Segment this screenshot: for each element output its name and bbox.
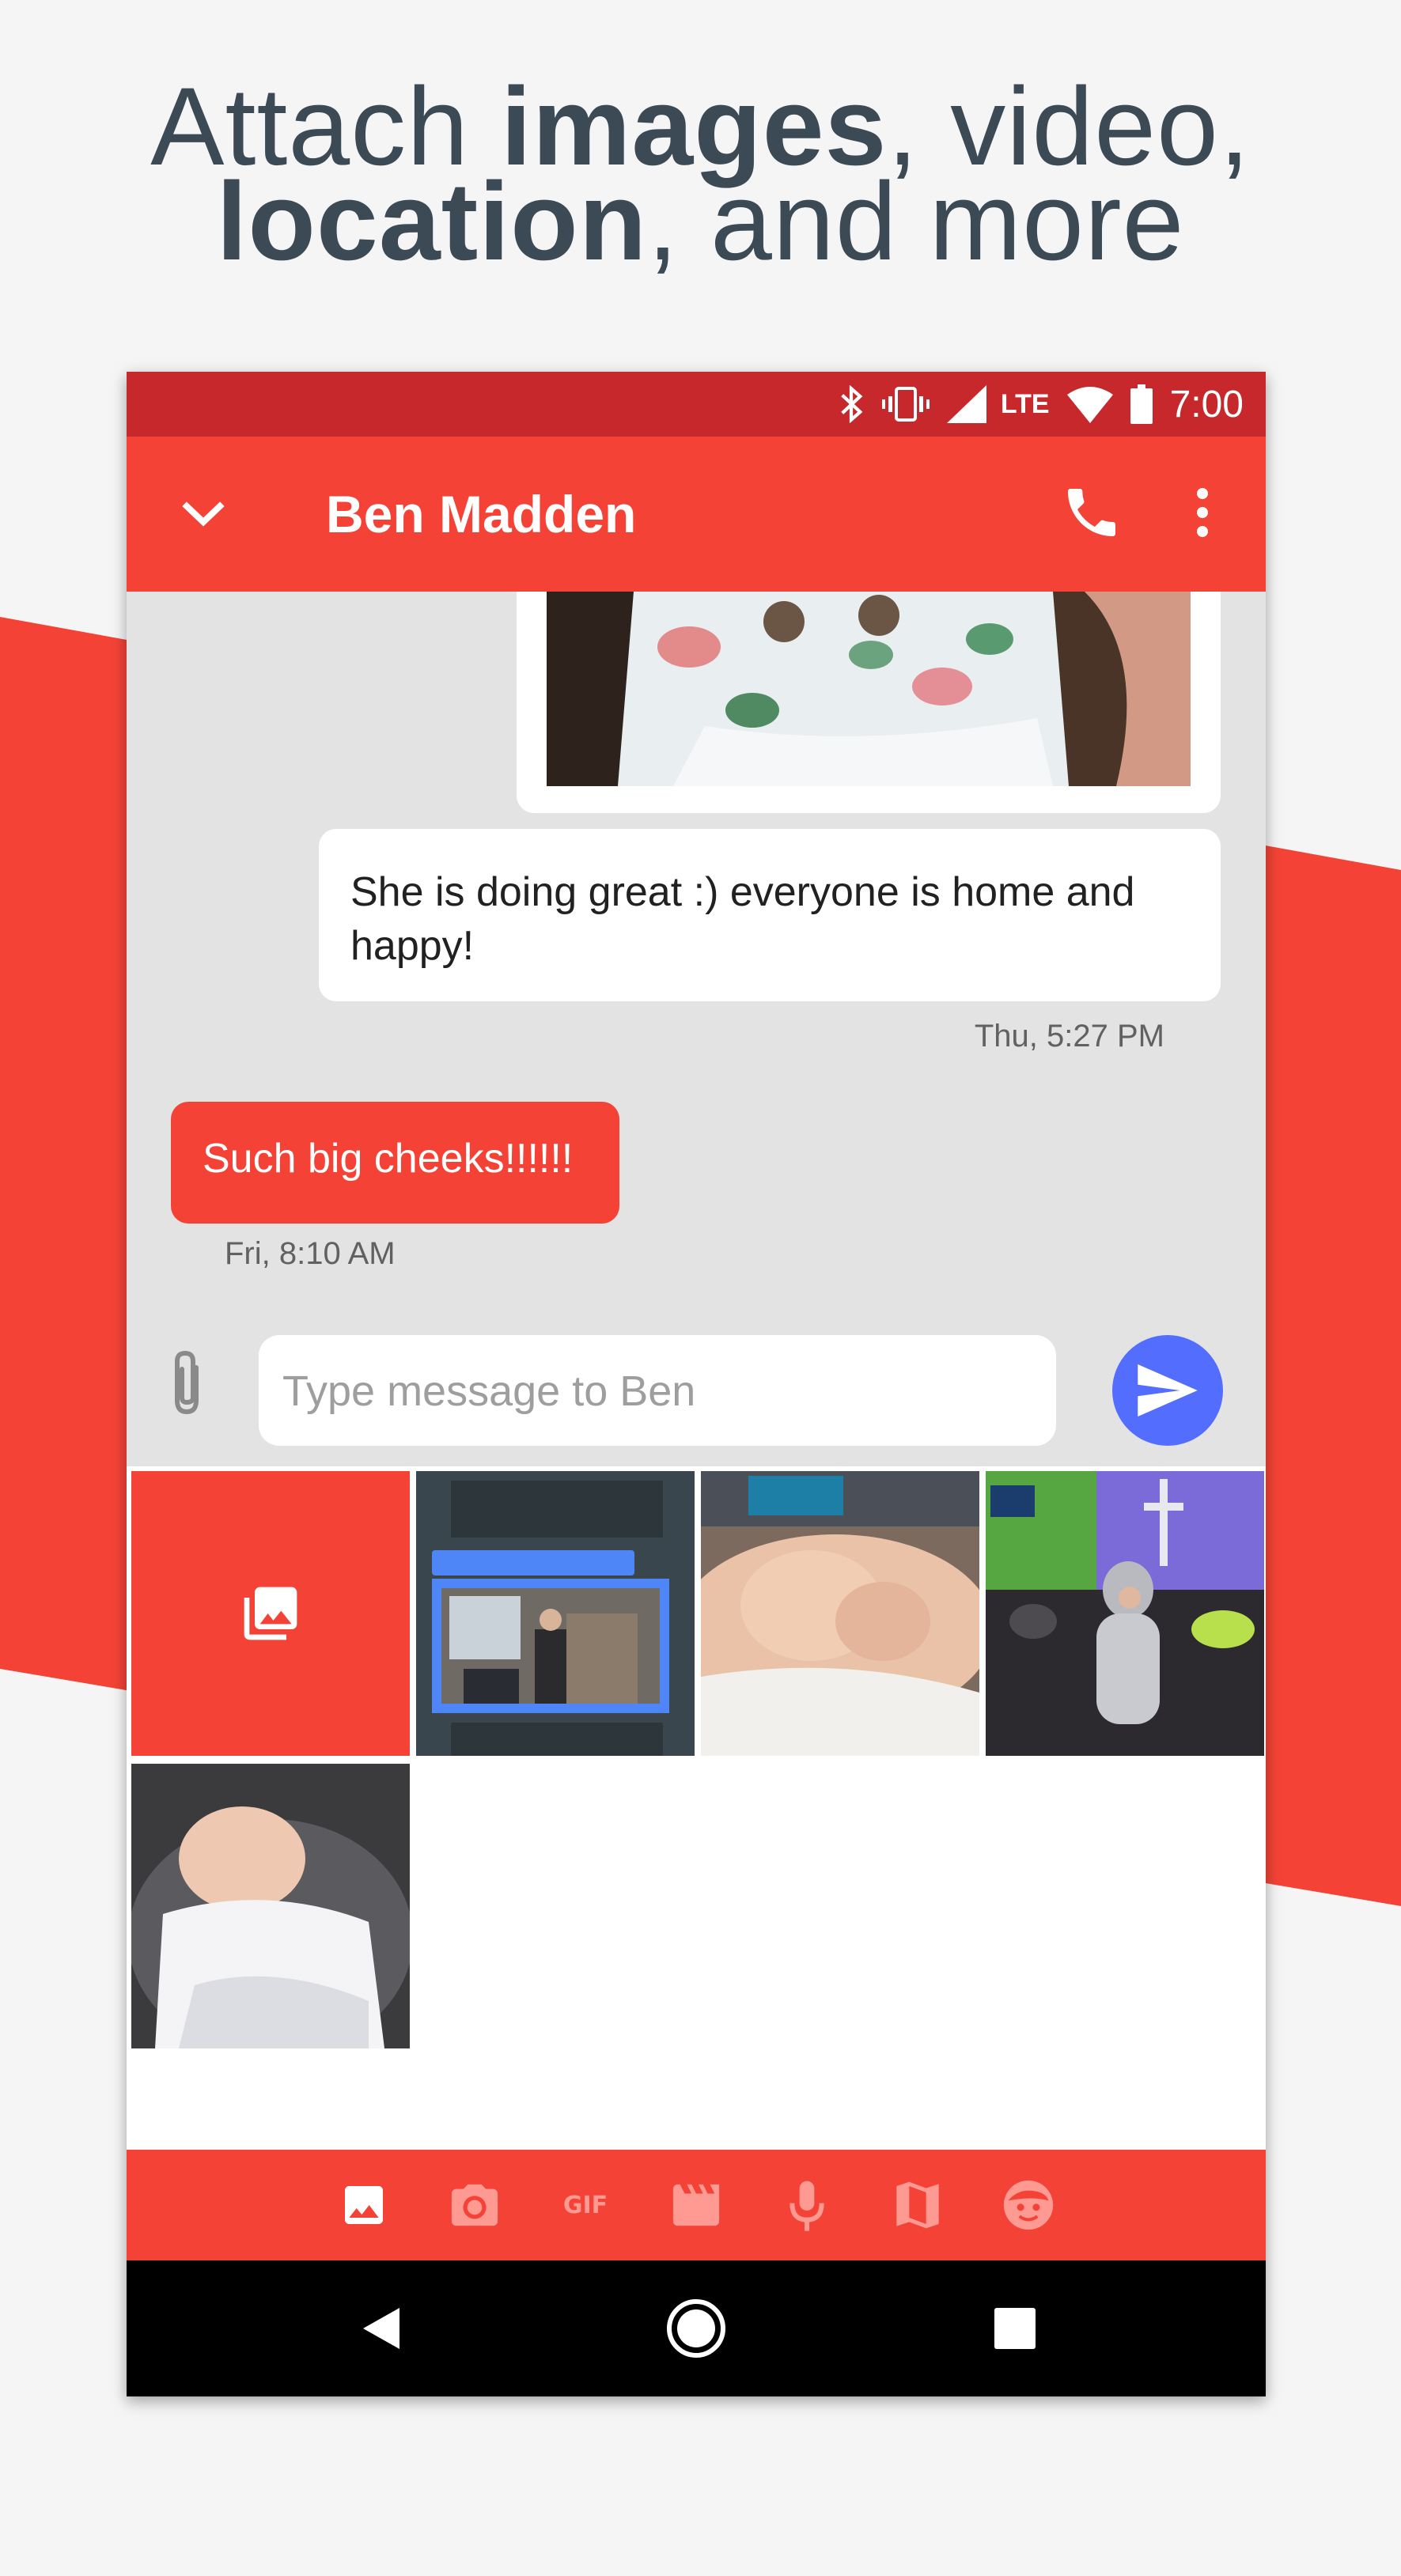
- emoji-attach-button[interactable]: [973, 2150, 1084, 2260]
- back-triangle-icon[interactable]: [352, 2297, 415, 2360]
- status-bar: LTE 7:00: [127, 372, 1266, 437]
- microphone-icon: [789, 2181, 824, 2231]
- chevron-down-icon[interactable]: [176, 490, 231, 538]
- camera-icon: [451, 2184, 498, 2226]
- gallery-thumbnail[interactable]: [986, 1471, 1264, 1756]
- message-photo[interactable]: [547, 592, 1191, 786]
- system-navigation-bar: [127, 2260, 1266, 2396]
- send-icon: [1138, 1364, 1198, 1417]
- image-message-bubble[interactable]: [517, 592, 1221, 813]
- bluetooth-icon: [838, 385, 865, 423]
- gallery-thumbnail[interactable]: [701, 1471, 979, 1756]
- wifi-icon: [1066, 385, 1113, 423]
- gallery-thumbnail[interactable]: [131, 1764, 410, 2048]
- recents-square-icon[interactable]: [983, 2297, 1047, 2360]
- conversation-title[interactable]: Ben Madden: [326, 484, 636, 544]
- open-gallery-button[interactable]: [131, 1471, 410, 1756]
- incoming-message-bubble[interactable]: She is doing great :) everyone is home a…: [319, 829, 1221, 1001]
- phone-screen: LTE 7:00 Ben Madden She is doing great:…: [127, 372, 1266, 2396]
- camera-attach-button[interactable]: [419, 2150, 530, 2260]
- home-circle-icon[interactable]: [665, 2297, 728, 2360]
- image-attach-button[interactable]: [309, 2150, 419, 2260]
- headline: Attach images, video, location, and more: [0, 71, 1401, 283]
- battery-icon: [1130, 384, 1153, 424]
- photo-library-icon: [244, 1587, 297, 1640]
- clock: 7:00: [1169, 383, 1244, 426]
- outgoing-message-bubble[interactable]: Such big cheeks!!!!!!: [171, 1102, 619, 1224]
- attachment-toolbar: GIF: [127, 2150, 1266, 2260]
- conversation-list[interactable]: She is doing great :) everyone is home a…: [127, 592, 1266, 1466]
- emoji-icon: [1003, 2180, 1054, 2230]
- app-bar: Ben Madden: [127, 437, 1266, 592]
- message-timestamp: Thu, 5:27 PM: [974, 1019, 1164, 1053]
- video-icon: [672, 2184, 720, 2226]
- message-timestamp: Fri, 8:10 AM: [225, 1236, 396, 1271]
- gif-attach-button[interactable]: GIF: [530, 2150, 641, 2260]
- send-button[interactable]: [1112, 1335, 1223, 1446]
- video-attach-button[interactable]: [641, 2150, 752, 2260]
- gallery-thumbnail[interactable]: [416, 1471, 695, 1756]
- map-icon: [896, 2181, 939, 2229]
- message-input[interactable]: Type message to Ben: [259, 1335, 1056, 1446]
- audio-attach-button[interactable]: [752, 2150, 862, 2260]
- more-vert-icon[interactable]: [1187, 481, 1218, 544]
- paperclip-icon[interactable]: [166, 1347, 210, 1418]
- gif-icon: GIF: [562, 2191, 608, 2219]
- image-icon: [345, 2186, 383, 2224]
- phone-icon[interactable]: [1060, 481, 1123, 544]
- headline-line-2: location, and more: [216, 159, 1185, 283]
- location-attach-button[interactable]: [862, 2150, 973, 2260]
- vibrate-icon: [881, 385, 930, 423]
- network-type: LTE: [1000, 388, 1050, 419]
- signal-icon: [946, 385, 986, 423]
- media-gallery: [127, 1466, 1266, 2150]
